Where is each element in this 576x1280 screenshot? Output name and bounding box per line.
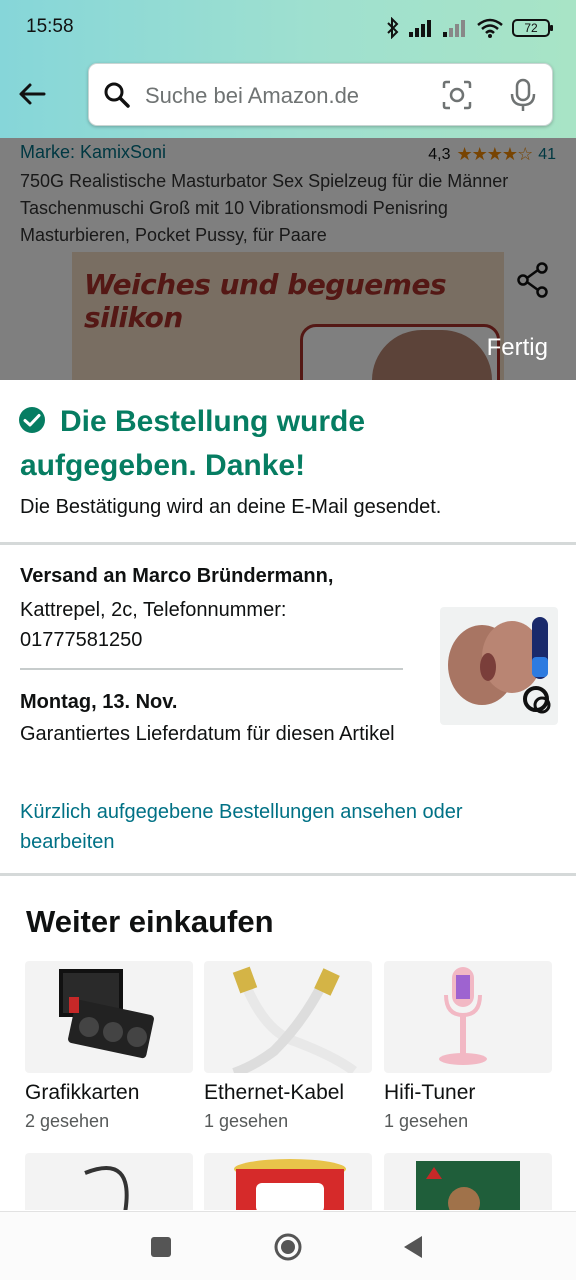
category-card[interactable] [25,1153,193,1210]
search-input[interactable]: Suche bei Amazon.de [145,83,359,109]
arrow-left-icon[interactable] [16,78,48,110]
category-card-hifi-tuner[interactable]: Hifi-Tuner 1 gesehen [384,961,552,1132]
battery-level: 72 [524,21,538,35]
product-thumbnail[interactable] [440,607,558,725]
category-image [384,961,552,1073]
category-label: Ethernet-Kabel [204,1081,345,1104]
confirmation-subtext: Die Bestätigung wird an deine E-Mail ges… [20,496,442,518]
recent-orders-link[interactable]: Kürzlich aufgegebene Bestellungen ansehe… [20,797,540,857]
graphics-card-image [59,969,154,1059]
search-icon [104,82,130,108]
category-image [25,961,193,1073]
delivery-date: Montag, 13. Nov. [20,691,178,713]
shipping-section: Versand an Marco Bründermann, Kattrepel,… [0,547,576,875]
category-image [384,1153,552,1210]
product-thumbnail-image [448,617,551,714]
system-nav-bar [0,1211,576,1280]
bluetooth-icon [387,17,399,39]
category-label: Grafikkarten [25,1081,140,1104]
continue-shopping-title: Weiter einkaufen [26,904,274,939]
category-card-grafikkarten[interactable]: Grafikkarten 2 gesehen [25,961,193,1132]
category-image [25,1153,193,1210]
ship-recipient: Versand an Marco Bründermann, [20,565,334,587]
delivery-date-info: Garantiertes Lieferdatum für diesen Arti… [20,723,395,745]
top-bar: 15:58 72 Suche bei Amazon.de [0,0,576,138]
signal-icon [409,20,431,37]
advent-calendar-image [416,1161,520,1210]
category-image [204,961,372,1073]
continue-shopping: Weiter einkaufen Grafikkarten 2 gesehen … [0,878,576,1210]
category-label: Hifi-Tuner [384,1081,476,1104]
home-icon[interactable] [273,1232,303,1262]
shipping-divider [20,668,403,670]
order-confirmation: Die Bestellung wurde aufgegeben. Danke! … [0,380,576,544]
category-meta: 1 gesehen [204,1111,289,1131]
signal-weak-icon [443,20,465,37]
section-divider [0,542,576,545]
search-bar[interactable]: Suche bei Amazon.de [88,63,553,126]
gooseneck-lamp-image [84,1166,129,1210]
status-icons: 72 [386,14,553,42]
category-meta: 2 gesehen [25,1111,110,1131]
section-divider [0,873,576,876]
category-card[interactable] [384,1153,552,1210]
ship-address: Kattrepel, 2c, Telefonnummer: 0177758125… [20,599,287,651]
status-time: 15:58 [26,16,74,37]
wifi-icon [477,18,503,38]
category-card-ethernet-kabel[interactable]: Ethernet-Kabel 1 gesehen [204,961,372,1132]
microphone-icon[interactable] [509,78,537,112]
ethernet-cable-image [232,966,357,1073]
confirmation-heading: Die Bestellung wurde aufgegeben. Danke! [20,405,366,482]
recent-apps-icon[interactable] [146,1232,176,1262]
done-button[interactable]: Fertig [487,334,548,362]
camera-scan-icon[interactable] [441,79,473,111]
category-card[interactable] [204,1153,372,1210]
category-image [204,1153,372,1210]
noodle-cup-image [234,1159,346,1210]
back-nav-icon[interactable] [398,1232,428,1262]
category-meta: 1 gesehen [384,1111,469,1131]
microphone-product-image [439,967,487,1065]
battery-icon: 72 [512,19,553,37]
status-bar: 15:58 72 [0,0,576,56]
